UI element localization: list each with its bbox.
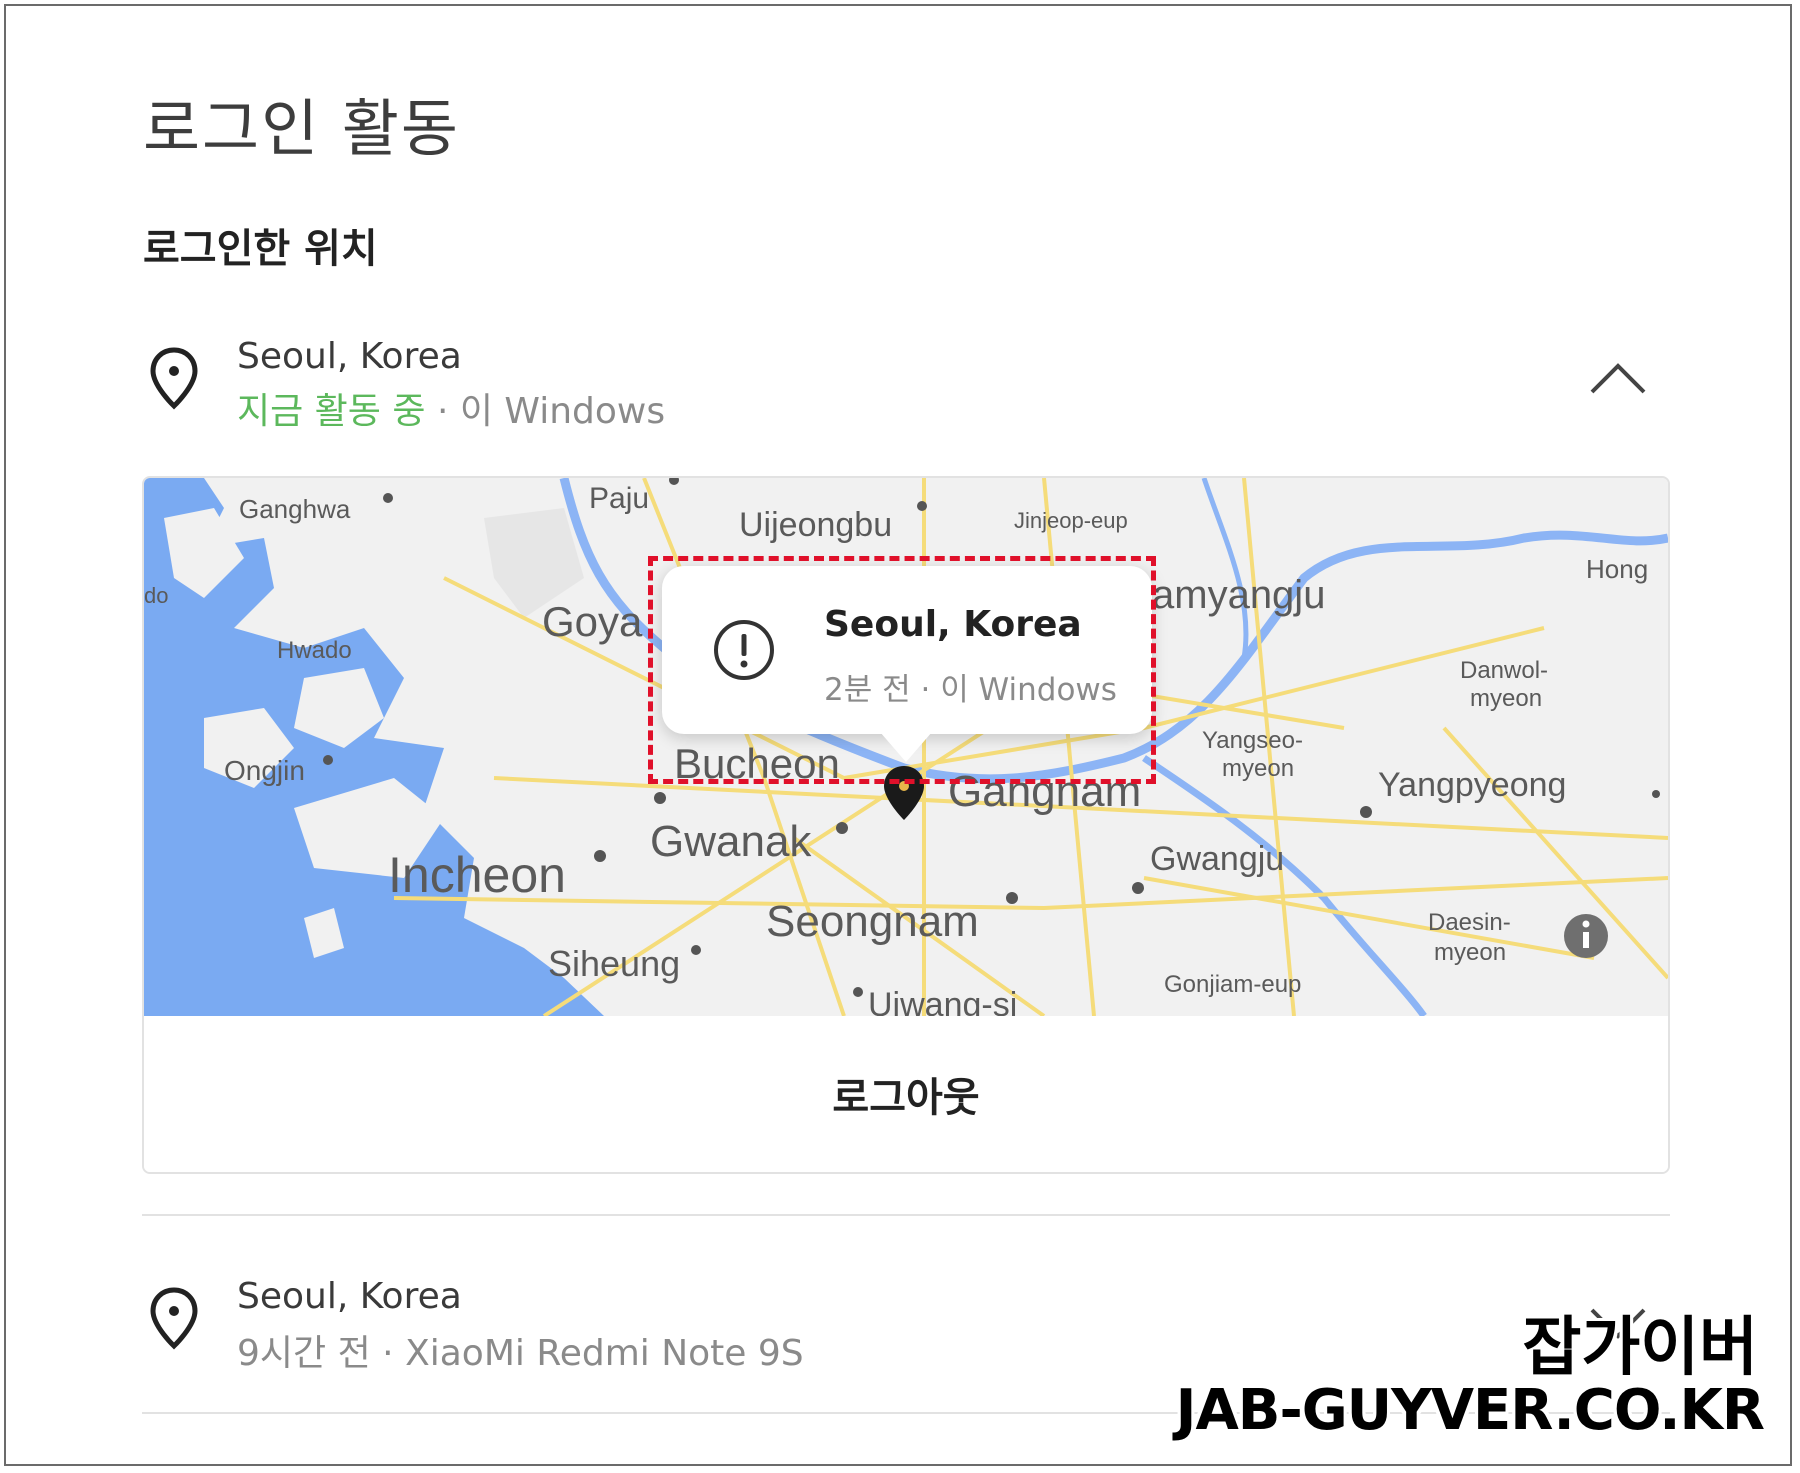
map-label-jinjeop: Jinjeop-eup bbox=[1014, 508, 1128, 533]
map-label-bucheon: Bucheon bbox=[674, 740, 840, 787]
map-label-seongnam: Seongnam bbox=[766, 897, 979, 946]
map-label-uijeongbu: Uijeongbu bbox=[739, 506, 892, 544]
map-label-edge-do: do bbox=[144, 583, 168, 608]
map-label-danwol: Danwol- bbox=[1460, 657, 1548, 684]
section-title: 로그인한 위치 bbox=[143, 226, 378, 272]
session-divider bbox=[142, 1214, 1670, 1216]
session-1-device: 이 Windows bbox=[459, 391, 666, 432]
logout-button[interactable]: 로그아웃 bbox=[144, 1016, 1668, 1172]
map-label-yangseo: Yangseo- bbox=[1202, 727, 1303, 754]
session-2-device: XiaoMi Redmi Note 9S bbox=[405, 1333, 804, 1374]
chevron-up-icon[interactable] bbox=[1588, 358, 1648, 398]
tooltip-subtitle: 2분 전 · 이 Windows bbox=[824, 664, 1117, 709]
location-pin-icon bbox=[150, 347, 198, 410]
info-icon[interactable] bbox=[1564, 914, 1608, 958]
map-label-uiwang: Uiwang-si bbox=[868, 986, 1017, 1016]
map-label-gonjiam: Gonjiam-eup bbox=[1164, 971, 1301, 998]
map-label-yangpyeong: Yangpyeong bbox=[1378, 766, 1566, 804]
session-2-city: Seoul, Korea bbox=[237, 1276, 462, 1317]
map-label-hong: Hong bbox=[1586, 554, 1648, 584]
map-label-hwado: Hwado bbox=[277, 637, 352, 664]
session-1-status: 지금 활동 중 bbox=[237, 391, 426, 432]
watermark-url: JAB-GUYVER.CO.KR bbox=[1175, 1378, 1765, 1443]
map-label-gwanak: Gwanak bbox=[650, 817, 812, 866]
session-2-detail: 9시간 전 · XiaoMi Redmi Note 9S bbox=[237, 1324, 804, 1376]
session-1-separator: · bbox=[425, 391, 460, 432]
alert-circle-icon bbox=[714, 620, 774, 680]
map-label-paju: Paju bbox=[589, 482, 649, 515]
tooltip-title: Seoul, Korea bbox=[824, 604, 1082, 645]
session-1-city: Seoul, Korea bbox=[237, 336, 462, 377]
map-label-siheung: Siheung bbox=[548, 943, 680, 984]
session-2-time: 9시간 전 bbox=[237, 1333, 371, 1374]
map-label-ganghwa: Ganghwa bbox=[239, 494, 351, 524]
location-tooltip: Seoul, Korea 2분 전 · 이 Windows bbox=[662, 566, 1152, 762]
tooltip-time: 2분 전 bbox=[824, 672, 911, 708]
map-label-danwol-2: myeon bbox=[1470, 685, 1542, 712]
map-label-gangnam: Gangnam bbox=[948, 767, 1141, 816]
map-label-incheon: Incheon bbox=[388, 847, 566, 903]
location-pin-icon bbox=[150, 1287, 198, 1350]
map-label-gwangju: Gwangju bbox=[1150, 840, 1284, 878]
map-label-ongjin: Ongjin bbox=[224, 755, 305, 786]
map-label-namyangju: amyangju bbox=[1152, 573, 1325, 617]
page-title: 로그인 활동 bbox=[143, 92, 460, 165]
map-label-daesin-2: myeon bbox=[1434, 939, 1506, 966]
session-1-details-card: Ganghwa Paju Uijeongbu Jinjeop-eup Hong … bbox=[142, 476, 1670, 1174]
tooltip-separator: · bbox=[910, 672, 941, 708]
map-label-yangseo-2: myeon bbox=[1222, 755, 1294, 782]
session-2-separator: · bbox=[370, 1333, 406, 1374]
login-activity-panel: 로그인 활동 로그인한 위치 Seoul, Korea 지금 활동 중 · 이 … bbox=[4, 4, 1792, 1466]
session-1-detail: 지금 활동 중 · 이 Windows bbox=[237, 382, 665, 434]
map-label-daesin: Daesin- bbox=[1428, 909, 1511, 936]
tooltip-device: 이 Windows bbox=[940, 672, 1117, 708]
map-label-goyang: Goya bbox=[542, 598, 643, 645]
watermark-korean: 잡가이버 bbox=[1522, 1311, 1758, 1385]
